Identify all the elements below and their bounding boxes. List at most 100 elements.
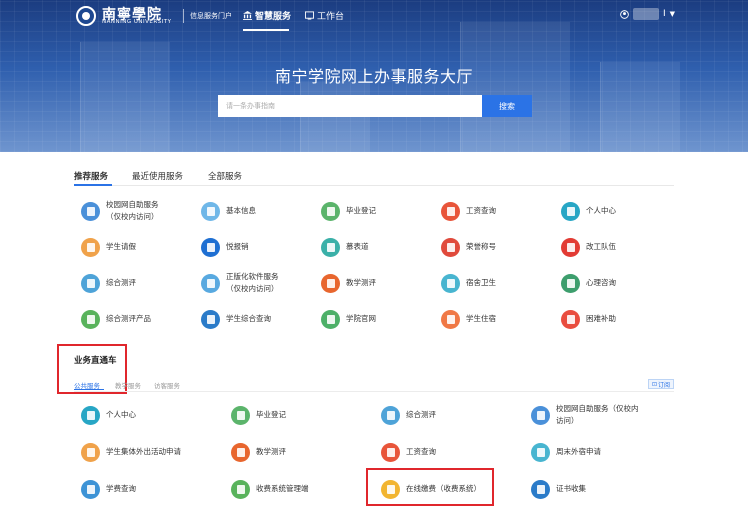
service-label: 宿舍卫生 xyxy=(466,278,496,287)
service-glyph xyxy=(86,206,95,216)
service-icon xyxy=(81,273,100,293)
service-item[interactable]: 学院官网 xyxy=(321,309,376,329)
service-glyph xyxy=(536,410,545,420)
institution-icon xyxy=(243,11,252,20)
service-icon xyxy=(81,442,100,462)
service-item[interactable]: 基本信息 xyxy=(201,201,256,221)
service-item[interactable]: 工资查询 xyxy=(381,442,436,462)
nav-workbench[interactable]: 工作台 xyxy=(305,9,344,22)
user-menu[interactable]: I ▼ xyxy=(620,8,675,20)
tab-recent[interactable]: 最近使用服务 xyxy=(132,170,183,182)
service-glyph xyxy=(386,410,395,420)
service-label: 学费查询 xyxy=(106,484,136,493)
subtab-active-indicator xyxy=(74,389,104,390)
service-glyph xyxy=(386,447,395,457)
subtab-teaching[interactable]: 教学服务 xyxy=(115,380,141,390)
subscribe-icon: ⊡ xyxy=(651,380,657,388)
service-glyph xyxy=(86,242,95,252)
tab-all[interactable]: 全部服务 xyxy=(208,170,242,182)
tab-recommended[interactable]: 推荐服务 xyxy=(74,170,108,182)
service-item[interactable]: 综合测评 xyxy=(81,273,136,293)
service-label: 正版化软件服务 （仅校内访问） xyxy=(226,272,279,293)
service-item[interactable]: 正版化软件服务 （仅校内访问） xyxy=(201,272,279,293)
service-label: 教学测评 xyxy=(256,447,286,456)
user-name: I xyxy=(663,9,666,19)
service-item[interactable]: 工资查询 xyxy=(441,201,496,221)
divider xyxy=(74,391,674,392)
service-glyph xyxy=(206,278,215,288)
service-label: 改工队伍 xyxy=(586,242,616,251)
service-label: 学生综合查询 xyxy=(226,314,271,323)
service-item[interactable]: 个人中心 xyxy=(81,405,136,425)
service-label: 基本信息 xyxy=(226,206,256,215)
service-icon xyxy=(561,273,580,293)
service-glyph xyxy=(86,410,95,420)
service-item[interactable]: 悦报销 xyxy=(201,237,249,257)
service-item[interactable]: 改工队伍 xyxy=(561,237,616,257)
service-icon xyxy=(81,237,100,257)
service-label: 毕业登记 xyxy=(346,206,376,215)
service-icon xyxy=(81,405,100,425)
highlight-box xyxy=(366,468,494,506)
service-label: 悦报销 xyxy=(226,242,249,251)
service-icon xyxy=(381,405,400,425)
service-item[interactable]: 校园网自助服务 （仅校内访问） xyxy=(81,200,159,221)
service-item[interactable]: 荣誉称号 xyxy=(441,237,496,257)
service-glyph xyxy=(326,242,335,252)
service-item[interactable]: 心理咨询 xyxy=(561,273,616,293)
nav-label: 工作台 xyxy=(317,12,345,22)
service-icon xyxy=(561,309,580,329)
service-glyph xyxy=(86,278,95,288)
service-item[interactable]: 困难补助 xyxy=(561,309,616,329)
service-glyph xyxy=(536,484,545,494)
service-glyph xyxy=(206,242,215,252)
user-name-blurred xyxy=(633,8,659,20)
building-shape xyxy=(460,22,570,152)
service-label: 综合测评产品 xyxy=(106,314,151,323)
service-label: 个人中心 xyxy=(586,206,616,215)
nav-smart-service[interactable]: 智慧服务 xyxy=(243,9,291,22)
service-icon xyxy=(201,273,220,293)
service-icon xyxy=(561,237,580,257)
service-label: 荣誉称号 xyxy=(466,242,496,251)
service-item[interactable]: 周末外宿申请 xyxy=(531,442,601,462)
search-button[interactable]: 搜索 xyxy=(482,95,532,117)
service-icon xyxy=(381,442,400,462)
service-icon xyxy=(231,442,250,462)
service-icon xyxy=(531,442,550,462)
service-item[interactable]: 综合测评产品 xyxy=(81,309,151,329)
service-glyph xyxy=(446,278,455,288)
service-item[interactable]: 学生请假 xyxy=(81,237,136,257)
service-glyph xyxy=(236,410,245,420)
service-item[interactable]: 教学测评 xyxy=(231,442,286,462)
service-glyph xyxy=(206,314,215,324)
service-item[interactable]: 学生集体外出活动申请 xyxy=(81,442,181,462)
service-item[interactable]: 校园网自助服务（仅校内 访问） xyxy=(531,404,639,425)
service-icon xyxy=(81,479,100,499)
service-item[interactable]: 毕业登记 xyxy=(231,405,286,425)
service-item[interactable]: 学生综合查询 xyxy=(201,309,271,329)
service-item[interactable]: 毕业登记 xyxy=(321,201,376,221)
service-item[interactable]: 慕表道 xyxy=(321,237,369,257)
logo-text-en: NANNING UNIVERSITY xyxy=(102,19,172,25)
service-item[interactable]: 综合测评 xyxy=(381,405,436,425)
service-icon xyxy=(441,309,460,329)
subtab-visitor[interactable]: 访客服务 xyxy=(154,380,180,390)
service-item[interactable]: 学生住宿 xyxy=(441,309,496,329)
service-item[interactable]: 收费系统管理端 xyxy=(231,479,309,499)
service-label: 学生集体外出活动申请 xyxy=(106,447,181,456)
service-label: 教学测评 xyxy=(346,278,376,287)
service-item[interactable]: 教学测评 xyxy=(321,273,376,293)
service-label: 毕业登记 xyxy=(256,410,286,419)
service-icon xyxy=(321,201,340,221)
service-tabs: 推荐服务 最近使用服务 全部服务 xyxy=(74,166,674,186)
service-item[interactable]: 宿舍卫生 xyxy=(441,273,496,293)
service-item[interactable]: 个人中心 xyxy=(561,201,616,221)
search-input[interactable] xyxy=(218,95,482,117)
service-icon xyxy=(321,309,340,329)
tab-active-indicator xyxy=(74,184,112,186)
subscribe-button[interactable]: ⊡ 订阅 xyxy=(648,379,674,389)
service-glyph xyxy=(446,314,455,324)
service-item[interactable]: 证书收集 xyxy=(531,479,586,499)
service-item[interactable]: 学费查询 xyxy=(81,479,136,499)
